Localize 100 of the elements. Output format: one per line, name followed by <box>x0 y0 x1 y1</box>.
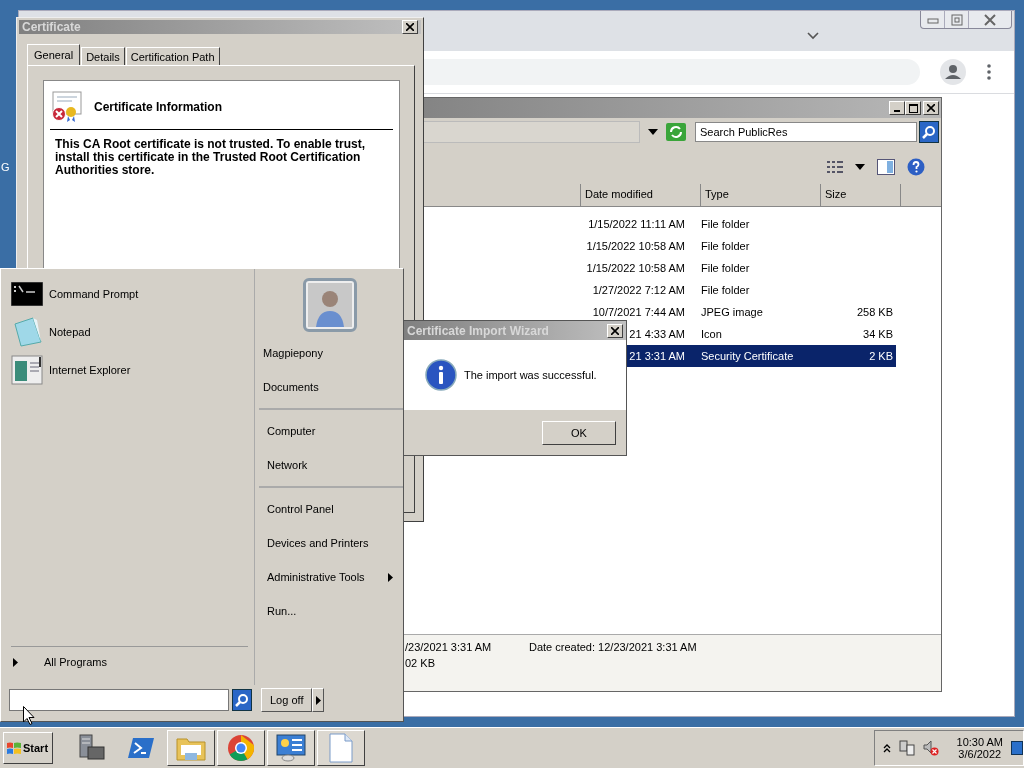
notepad-icon <box>11 316 43 348</box>
tab[interactable]: General <box>27 44 81 65</box>
type-cell-text: File folder <box>701 240 751 252</box>
user-avatar-icon <box>308 283 352 327</box>
date-cell: 1/15/2022 11:11 AM <box>588 218 685 230</box>
menu-item[interactable]: Computer <box>259 414 403 448</box>
show-desktop-button[interactable] <box>1011 741 1023 755</box>
all-programs-item[interactable]: All Programs <box>11 646 248 677</box>
size-cell-text: 258 KB <box>855 306 893 318</box>
arrow-icon <box>315 695 321 705</box>
log-off-button[interactable]: Log off <box>261 688 313 712</box>
folder-icon <box>176 735 206 761</box>
taskbar-app-button[interactable] <box>267 730 315 766</box>
dialog-title: Certificate <box>22 20 81 34</box>
preview-pane-icon[interactable] <box>877 159 895 175</box>
shutdown-options-button[interactable] <box>312 688 325 712</box>
date-cell: 21 4:33 AM <box>629 328 685 340</box>
menu-item[interactable]: Run... <box>259 594 403 628</box>
dialog-title: Certificate Import Wizard <box>407 323 549 338</box>
column-header[interactable]: Type <box>701 184 821 206</box>
search-button[interactable] <box>232 689 252 711</box>
dropdown-icon[interactable] <box>648 129 658 135</box>
browser-icon <box>227 734 255 762</box>
search-icon <box>922 125 936 139</box>
column-header[interactable]: Date modified <box>581 184 701 206</box>
chevron-icon[interactable] <box>806 31 820 41</box>
menu-item[interactable]: Administrative Tools <box>259 560 403 594</box>
document-icon <box>329 733 353 763</box>
program-item[interactable]: Notepad <box>11 313 254 351</box>
help-icon[interactable] <box>907 158 925 176</box>
restore-icon <box>950 13 963 26</box>
date-cell: 21 3:31 AM <box>629 350 685 362</box>
view-list-icon[interactable] <box>827 160 843 174</box>
menu-item[interactable]: Documents <box>255 370 403 404</box>
search-icon <box>235 693 249 707</box>
maximize-button[interactable] <box>905 101 921 115</box>
desktop-icon-label[interactable]: G <box>1 161 10 173</box>
date-cell: 10/7/2021 7:44 AM <box>592 306 685 318</box>
tab[interactable]: Certification Path <box>125 47 220 65</box>
start-button[interactable]: Start <box>3 732 53 764</box>
size-cell-text: 34 KB <box>862 328 893 340</box>
close-icon <box>611 326 619 335</box>
control-panel-icon <box>276 734 306 762</box>
type-cell-text: JPEG image <box>701 306 764 318</box>
close-button[interactable] <box>923 101 939 115</box>
close-button[interactable] <box>607 323 623 338</box>
size-cell-text: 2 KB <box>868 350 893 362</box>
network-icon[interactable] <box>898 740 915 756</box>
terminal-icon <box>127 736 155 760</box>
search-field[interactable] <box>9 689 229 711</box>
tab[interactable]: Details <box>81 47 125 65</box>
arrow-icon <box>13 657 18 667</box>
type-cell-text: File folder <box>701 284 751 296</box>
menu-icon[interactable] <box>986 64 992 80</box>
type-cell-text: Icon <box>701 328 723 340</box>
type-cell-text: Security Certificate <box>701 350 795 362</box>
file-row[interactable]: 1/27/2022 7:12 AM File folder <box>581 279 896 301</box>
modified-date-text: /23/2021 3:31 AM <box>405 641 493 653</box>
profile-icon[interactable] <box>940 59 966 85</box>
info-icon <box>425 359 457 391</box>
server-icon <box>76 733 106 763</box>
close-icon <box>984 13 996 26</box>
date-cell: 1/15/2022 10:58 AM <box>586 262 685 274</box>
taskbar-app-button[interactable] <box>167 730 215 766</box>
terminal-icon <box>11 282 43 306</box>
clock-time[interactable]: 10:30 AM <box>956 736 1003 748</box>
type-cell-text: File folder <box>701 218 751 230</box>
file-row[interactable]: 1/15/2022 10:58 AM File folder <box>581 257 896 279</box>
trust-message: This CA Root certificate is not trusted. To enable trust, install this certificate in the Trusted Root Certification Authorities store. <box>55 138 367 177</box>
caret-icon[interactable] <box>855 164 865 170</box>
file-row[interactable]: 1/15/2022 10:58 AM File folder <box>581 235 896 257</box>
ok-button[interactable]: OK <box>542 420 616 445</box>
menu-item[interactable]: Devices and Printers <box>259 526 403 560</box>
maximize-icon <box>908 103 918 113</box>
refresh-icon[interactable] <box>666 123 686 141</box>
file-row[interactable]: 10/7/2021 7:44 AM JPEG image 258 KB <box>581 301 896 323</box>
show-hidden-icons-icon[interactable] <box>882 743 891 753</box>
program-item[interactable]: Command Prompt <box>11 275 254 313</box>
type-cell-text: File folder <box>701 262 751 274</box>
date-cell: 1/27/2022 7:12 AM <box>592 284 685 296</box>
taskbar-app-button[interactable] <box>317 730 365 766</box>
date-cell: 1/15/2022 10:58 AM <box>586 240 685 252</box>
column-header[interactable]: Size <box>821 184 901 206</box>
program-item[interactable]: Internet Explorer <box>11 351 254 389</box>
menu-item[interactable]: Control Panel <box>259 492 403 526</box>
close-button[interactable] <box>402 20 418 34</box>
certificate-icon <box>50 91 82 123</box>
volume-muted-icon[interactable] <box>922 740 939 756</box>
search-button[interactable] <box>919 121 939 143</box>
minimize-icon <box>926 15 939 24</box>
close-icon <box>927 104 935 112</box>
file-row[interactable]: 1/15/2022 11:11 AM File folder <box>581 213 896 235</box>
taskbar-app-button[interactable] <box>217 730 265 766</box>
created-date-text: Date created: 12/23/2021 3:31 AM <box>529 641 697 653</box>
close-icon <box>406 23 414 31</box>
menu-item[interactable]: Network <box>259 448 403 482</box>
info-heading: Certificate Information <box>94 100 222 114</box>
search-field[interactable]: Search PublicRes <box>695 122 917 142</box>
clock-date[interactable]: 3/6/2022 <box>958 748 1002 760</box>
menu-item[interactable]: Magpiepony <box>255 336 403 370</box>
